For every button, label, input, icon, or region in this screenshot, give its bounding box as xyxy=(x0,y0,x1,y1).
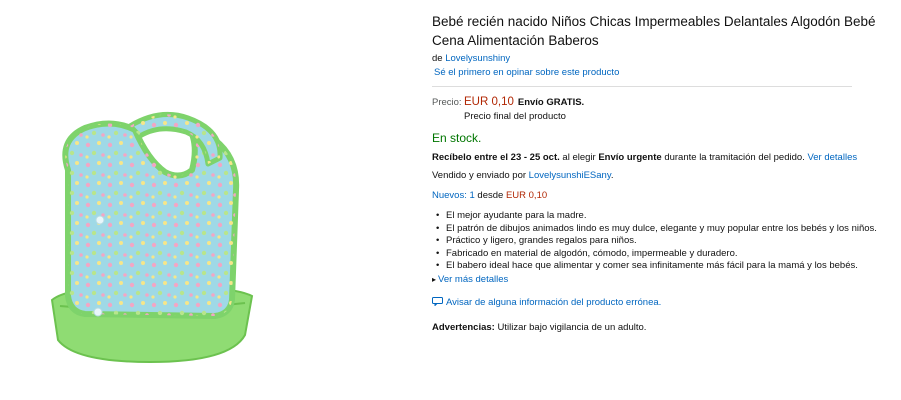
brand-byline: de Lovelysunshiny xyxy=(432,53,892,64)
report-issue[interactable]: Avisar de alguna información del product… xyxy=(432,296,892,309)
from-label: desde xyxy=(477,190,504,201)
bullet-dot-icon: • xyxy=(436,260,440,271)
write-review-link[interactable]: Sé el primero en opinar sobre este produ… xyxy=(432,67,892,78)
delivery-details-link[interactable]: Ver detalles xyxy=(807,152,857,163)
seller-prefix: Vendido y enviado por xyxy=(432,170,527,181)
price-label: Precio: xyxy=(432,97,462,108)
bullet-dot-icon: • xyxy=(436,210,440,221)
caret-right-icon: ▸ xyxy=(432,274,437,284)
baby-bib-image xyxy=(50,111,254,364)
final-price-note: Precio final del producto xyxy=(464,111,566,122)
warnings-text: Utilizar bajo vigilancia de un adulto. xyxy=(497,321,647,333)
feature-text: El patrón de dibujos animados lindo es m… xyxy=(446,222,877,234)
list-item: • Fabricado en material de algodón, cómod… xyxy=(432,248,892,261)
see-more-details[interactable]: ▸ Ver más detalles xyxy=(432,274,892,285)
divider xyxy=(432,86,852,87)
price-block: EUR 0,10 Envío GRATIS. Precio final del … xyxy=(464,96,584,122)
seller-suffix: . xyxy=(610,170,614,181)
delivery-option: Envío urgente xyxy=(598,152,662,163)
feature-text: Práctico y ligero, grandes regalos para … xyxy=(446,235,637,246)
bullet-dot-icon: • xyxy=(436,247,440,259)
product-image[interactable] xyxy=(40,100,270,380)
report-link[interactable]: Avisar de alguna información del product… xyxy=(446,297,661,308)
free-shipping-label: Envío GRATIS. xyxy=(517,97,585,108)
new-offers-link[interactable]: Nuevos: 1 xyxy=(432,190,475,201)
see-more-link[interactable]: Ver más detalles xyxy=(438,274,508,285)
price-line: EUR 0,10 Envío GRATIS. xyxy=(464,96,584,108)
price-value: EUR 0,10 xyxy=(464,96,514,108)
product-info: Bebé recién nacido Niños Chicas Impermea… xyxy=(432,12,892,333)
feature-text: El babero ideal hace que alimentar y com… xyxy=(446,260,858,271)
stock-status: En stock. xyxy=(432,131,482,145)
price-row: Precio: EUR 0,10 Envío GRATIS. Precio fi… xyxy=(432,96,892,122)
list-item: • Práctico y ligero, grandes regalos para… xyxy=(432,235,892,248)
delivery-dates: Recíbelo entre el 23 - 25 oct. xyxy=(432,152,560,163)
list-item: • El mejor ayudante para la madre. xyxy=(432,210,892,223)
list-item: • El patrón de dibujos animados lindo es … xyxy=(432,223,892,236)
warnings: Advertencias: Utilizar bajo vigilancia d… xyxy=(432,322,892,333)
list-item: • El babero ideal hace que alimentar y co… xyxy=(432,260,892,273)
bullet-dot-icon: • xyxy=(436,222,440,234)
seller-info: Vendido y enviado por LovelysunshiESany. xyxy=(432,170,892,181)
offers-from-price: EUR 0,10 xyxy=(505,190,548,201)
warnings-label: Advertencias: xyxy=(432,321,495,333)
bullet-dot-icon: • xyxy=(436,235,440,246)
feature-bullets: • El mejor ayudante para la madre. • El pa… xyxy=(432,210,892,273)
delivery-suffix: durante la tramitación del pedido. xyxy=(664,152,805,163)
brand-link[interactable]: Lovelysunshiny xyxy=(445,53,510,64)
new-offers: Nuevos: 1 desde EUR 0,10 xyxy=(432,190,892,201)
delivery-info: Recíbelo entre el 23 - 25 oct. al elegir… xyxy=(432,151,892,164)
feature-text: El mejor ayudante para la madre. xyxy=(446,210,587,221)
feature-text: Fabricado en material de algodón, cómodo… xyxy=(446,247,738,259)
product-title: Bebé recién nacido Niños Chicas Impermea… xyxy=(432,14,876,48)
seller-link[interactable]: LovelysunshiESany xyxy=(529,170,611,181)
by-prefix: de xyxy=(432,53,443,64)
delivery-middle: al elegir xyxy=(562,152,596,163)
speech-bubble-icon xyxy=(432,296,443,309)
